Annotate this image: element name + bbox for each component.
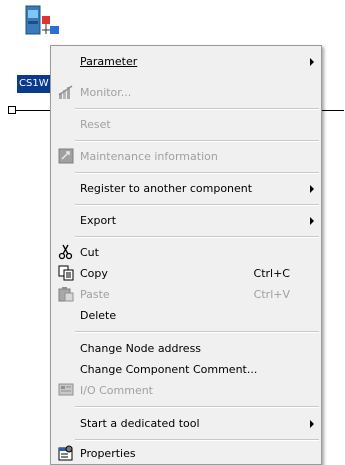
menu-item-export[interactable]: Export (52, 209, 320, 231)
menu-item-label: Parameter (80, 54, 138, 68)
monitor-icon (58, 84, 74, 100)
menu-item-label: Copy (80, 266, 108, 280)
menu-item-paste[interactable]: Paste Ctrl+V (52, 283, 320, 305)
menu-item-label: Properties (80, 446, 136, 460)
menu-item-change-node-address[interactable]: Change Node address (52, 337, 320, 359)
menu-item-maintenance[interactable]: Maintenance information (52, 145, 320, 167)
network-wire (10, 110, 55, 111)
maintenance-icon (58, 148, 74, 164)
menu-item-label: Register to another component (80, 181, 253, 195)
submenu-arrow-icon (310, 185, 314, 193)
submenu-arrow-icon (310, 420, 314, 428)
menu-item-register[interactable]: Register to another component (52, 177, 320, 199)
menu-item-reset[interactable]: Reset (52, 113, 320, 135)
menu-item-label: Monitor... (80, 85, 132, 99)
properties-icon (58, 445, 74, 461)
menu-item-label: Export (80, 213, 117, 227)
menu-separator (75, 331, 319, 333)
menu-item-copy[interactable]: Copy Ctrl+C (52, 262, 320, 284)
menu-separator (75, 406, 319, 408)
menu-item-shortcut: Ctrl+C (253, 266, 290, 280)
menu-item-change-component-comment[interactable]: Change Component Comment... (52, 358, 320, 380)
submenu-arrow-icon (310, 217, 314, 225)
menu-separator (75, 204, 319, 206)
wire-handle[interactable] (8, 106, 16, 114)
menu-item-start-tool[interactable]: Start a dedicated tool (52, 412, 320, 434)
scissors-icon (58, 244, 74, 260)
menu-item-io-comment[interactable]: I/O Comment (52, 379, 320, 401)
menu-separator (75, 108, 319, 110)
menu-item-label: Paste (80, 287, 110, 301)
menu-separator (75, 439, 319, 441)
menu-item-parameter[interactable]: Parameter (52, 50, 320, 72)
menu-item-label: Delete (80, 308, 117, 322)
menu-item-label: Change Component Comment... (80, 362, 258, 376)
device-icon[interactable] (22, 4, 62, 44)
menu-separator (75, 140, 319, 142)
network-wire (320, 110, 344, 111)
menu-item-monitor[interactable]: Monitor... (52, 81, 320, 103)
menu-item-delete[interactable]: Delete (52, 304, 320, 326)
paste-icon (58, 286, 74, 302)
submenu-arrow-icon (310, 58, 314, 66)
menu-item-shortcut: Ctrl+V (253, 287, 290, 301)
menu-item-properties[interactable]: Properties (52, 442, 320, 464)
io-comment-icon (58, 382, 74, 398)
copy-icon (58, 265, 74, 281)
menu-item-label: Cut (80, 245, 99, 259)
menu-item-label: Reset (80, 117, 111, 131)
menu-item-label: Change Node address (80, 341, 202, 355)
menu-item-label: Start a dedicated tool (80, 416, 200, 430)
menu-item-label: Maintenance information (80, 149, 218, 163)
menu-item-cut[interactable]: Cut (52, 241, 320, 263)
menu-separator (75, 236, 319, 238)
context-menu: Parameter Monitor... Reset Maintenance i… (50, 45, 322, 465)
menu-item-label: I/O Comment (80, 383, 153, 397)
menu-separator (75, 172, 319, 174)
